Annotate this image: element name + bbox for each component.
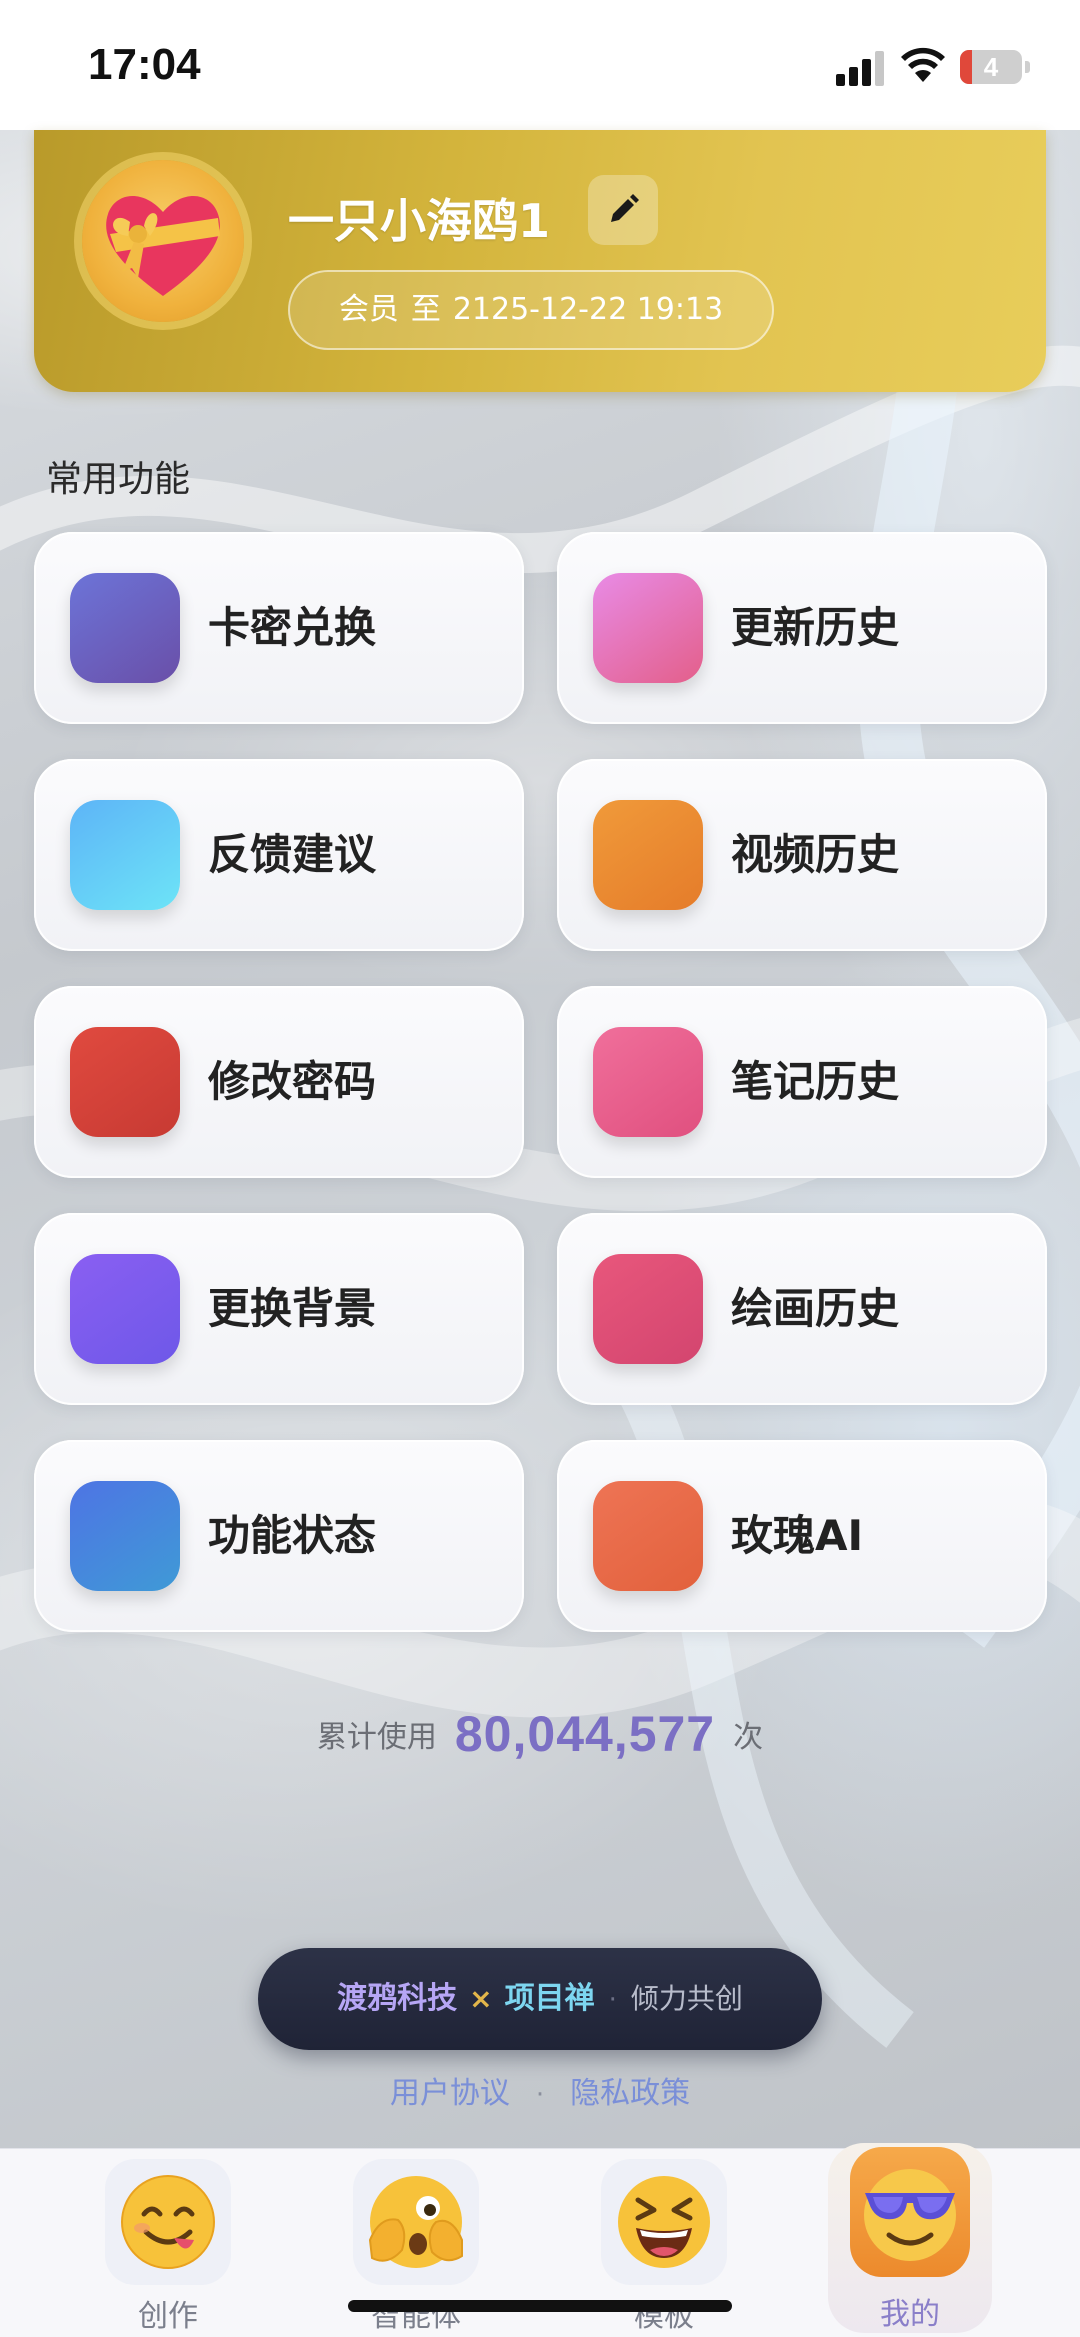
avatar[interactable]: [82, 160, 244, 322]
tab-label: 模板: [634, 2299, 694, 2334]
feature-label: 笔记历史: [731, 1057, 900, 1106]
feedback-icon: [70, 800, 180, 910]
usage-count: 80,044,577: [454, 1706, 716, 1762]
section-title: 常用功能: [46, 459, 191, 500]
vip-to-label: 至: [410, 292, 441, 327]
brand-banner: 渡鸦科技 × 项目禅 · 倾力共创: [258, 1948, 822, 2050]
feature-label: 修改密码: [208, 1057, 377, 1106]
feature-card-function-status[interactable]: 功能状态: [34, 1440, 524, 1632]
feature-card-note-history[interactable]: 笔记历史: [557, 986, 1047, 1178]
grinning-squint-face-icon: [601, 2159, 727, 2285]
sunglasses-face-icon: [850, 2147, 970, 2277]
home-indicator: [348, 2300, 732, 2312]
usage-counter: 累计使用 80,044,577 次: [0, 1705, 1080, 1763]
brand-name-2: 项目禅: [504, 1981, 595, 2016]
redeem-icon: [70, 573, 180, 683]
tab-label: 我的: [880, 2297, 940, 2332]
username: 一只小海鸥1: [288, 194, 551, 248]
update-history-icon: [593, 573, 703, 683]
feature-label: 卡密兑换: [208, 603, 377, 652]
video-history-icon: [593, 800, 703, 910]
tab-label: 智能体: [371, 2299, 461, 2334]
feature-label: 功能状态: [208, 1511, 377, 1560]
feature-card-feedback[interactable]: 反馈建议: [34, 759, 524, 951]
feature-label: 更新历史: [731, 603, 900, 652]
change-password-icon: [70, 1027, 180, 1137]
brand-name-1: 渡鸦科技: [337, 1981, 458, 2016]
brand-dot: ·: [608, 1985, 617, 2015]
tab-create[interactable]: 创作: [58, 2149, 278, 2337]
profile-card: 一只小海鸥1 会员至 2125-12-22 19:13: [34, 130, 1046, 392]
feature-label: 反馈建议: [208, 830, 377, 879]
pencil-icon: [611, 194, 639, 222]
rose-ai-icon: [593, 1481, 703, 1591]
tab-label: 创作: [138, 2299, 198, 2334]
function-status-icon: [70, 1481, 180, 1591]
feature-card-update-history[interactable]: 更新历史: [557, 532, 1047, 724]
yum-face-icon: [105, 2159, 231, 2285]
feature-label: 绘画历史: [731, 1284, 900, 1333]
feature-label: 更换背景: [208, 1284, 377, 1333]
feature-card-drawing-history[interactable]: 绘画历史: [557, 1213, 1047, 1405]
terms-link[interactable]: 用户协议: [390, 2076, 510, 2111]
battery-icon: 4: [960, 50, 1022, 84]
vip-expiry-date: 2125-12-22 19:13: [452, 292, 724, 327]
status-bar: 17:04 4: [0, 0, 1080, 130]
brand-slogan: 倾力共创: [630, 1982, 743, 2015]
note-history-icon: [593, 1027, 703, 1137]
peeking-face-icon: [353, 2159, 479, 2285]
status-time: 17:04: [88, 40, 201, 89]
usage-prefix: 累计使用: [316, 1720, 437, 1755]
battery-level: 4: [983, 52, 999, 82]
vip-expiry-badge: 会员至 2125-12-22 19:13: [288, 270, 774, 350]
feature-card-change-password[interactable]: 修改密码: [34, 986, 524, 1178]
feature-label: 视频历史: [731, 830, 900, 879]
legal-links: 用户协议 · 隐私政策: [0, 2068, 1080, 2112]
usage-suffix: 次: [733, 1720, 764, 1755]
vip-label: 会员: [338, 292, 399, 327]
feature-card-redeem[interactable]: 卡密兑换: [34, 532, 524, 724]
feature-card-rose-ai[interactable]: 玫瑰AI: [557, 1440, 1047, 1632]
feature-label: 玫瑰AI: [731, 1511, 864, 1560]
edit-username-button[interactable]: [588, 175, 658, 245]
feature-card-video-history[interactable]: 视频历史: [557, 759, 1047, 951]
tab-mine[interactable]: 我的: [800, 2143, 1020, 2337]
links-separator: ·: [535, 2080, 545, 2110]
battery-cap: [1025, 61, 1030, 73]
change-background-icon: [70, 1254, 180, 1364]
signal-icon: [836, 50, 884, 86]
feature-card-change-background[interactable]: 更换背景: [34, 1213, 524, 1405]
drawing-history-icon: [593, 1254, 703, 1364]
privacy-link[interactable]: 隐私政策: [570, 2076, 690, 2111]
brand-cross: ×: [469, 1982, 493, 2015]
heart-gift-icon: [106, 196, 220, 296]
wifi-icon: [900, 46, 946, 84]
